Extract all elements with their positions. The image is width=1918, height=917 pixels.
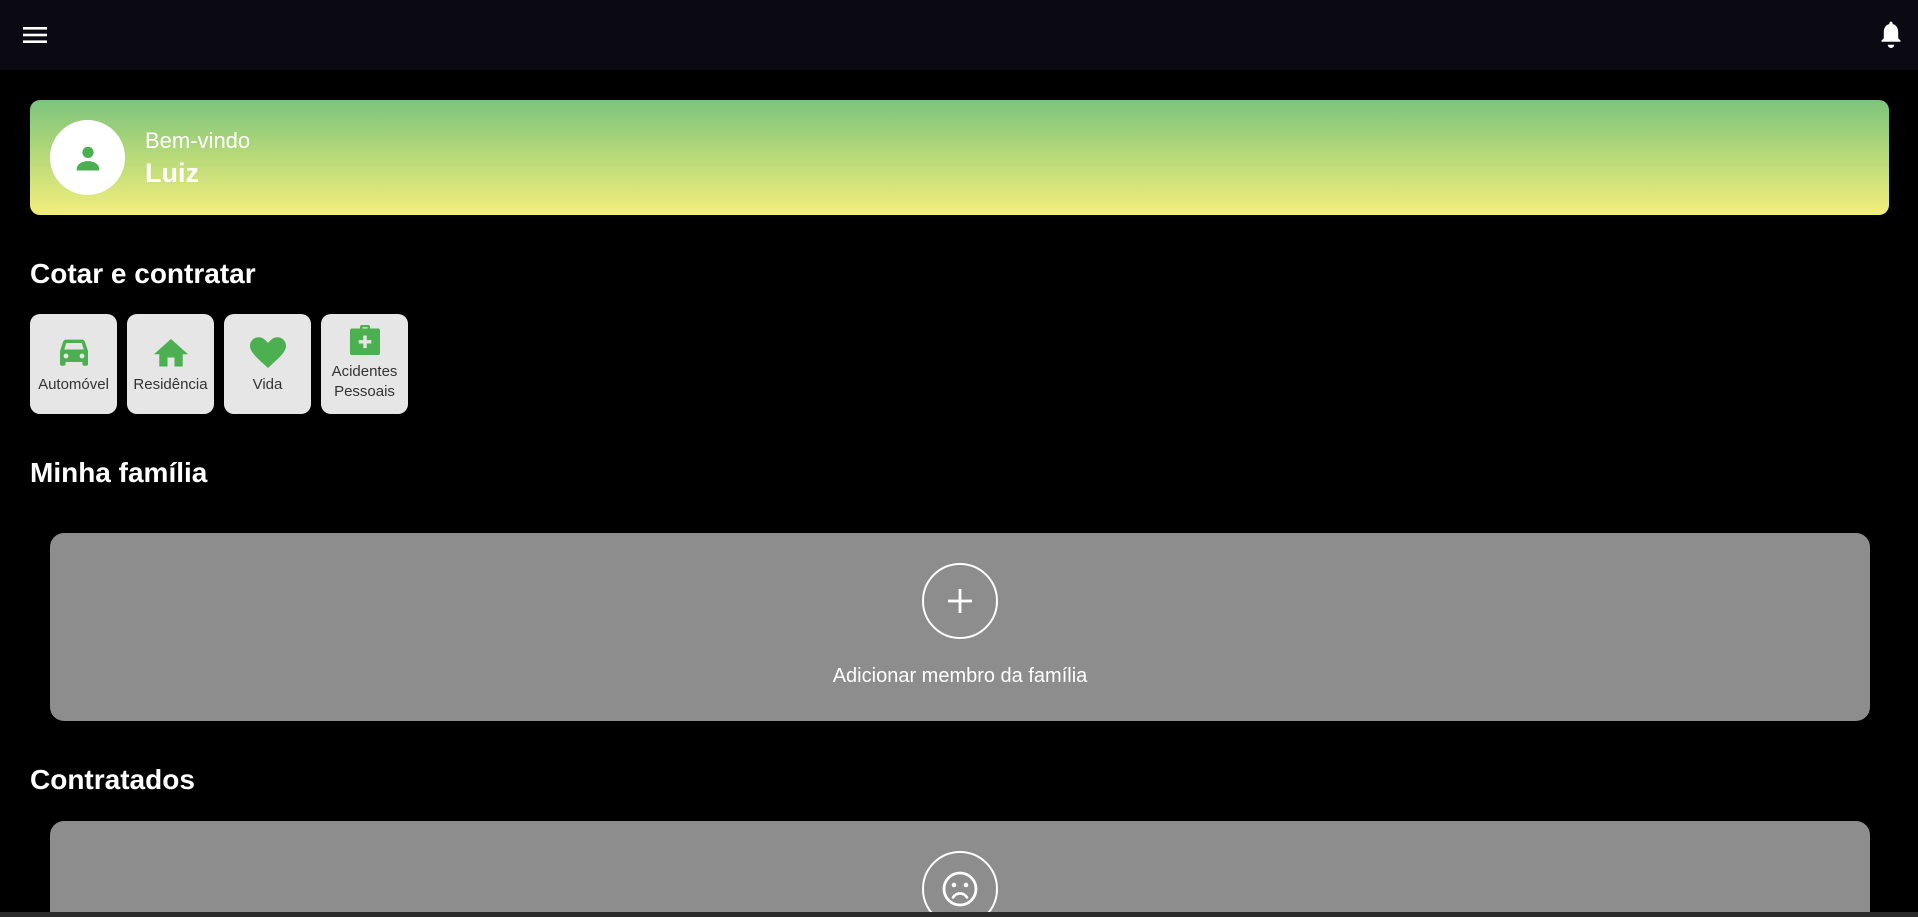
user-name: Luiz xyxy=(145,158,199,188)
quote-tile-residencia[interactable]: Residência xyxy=(127,314,214,414)
person-icon xyxy=(76,146,99,170)
app-bar xyxy=(0,0,1918,70)
quote-label: Automóvel xyxy=(38,376,109,393)
welcome-card: Bem-vindo Luiz xyxy=(30,100,1889,215)
contracts-empty-indicator xyxy=(922,851,998,917)
family-section-title: Minha família xyxy=(30,457,208,488)
quote-tile-automovel[interactable]: Automóvel xyxy=(30,314,117,414)
sad-face-icon xyxy=(942,871,978,907)
quote-tiles: Automóvel Residência Vida Acidentes Pess… xyxy=(30,314,408,414)
avatar[interactable] xyxy=(50,120,125,195)
menu-button[interactable] xyxy=(18,20,52,50)
add-family-member-card[interactable]: Adicionar membro da família xyxy=(50,533,1870,721)
home-screen: Bem-vindo Luiz Cotar e contratar Automóv… xyxy=(0,0,1918,917)
notifications-button[interactable] xyxy=(1874,18,1908,52)
quote-tile-acidentes-pessoais[interactable]: Acidentes Pessoais xyxy=(321,314,408,414)
bottom-edge xyxy=(0,912,1918,917)
add-family-member-label: Adicionar membro da família xyxy=(832,665,1088,687)
plus-icon xyxy=(948,589,972,613)
quote-tile-vida[interactable]: Vida xyxy=(224,314,311,414)
contracts-section-title: Contratados xyxy=(30,764,195,795)
contracts-card xyxy=(50,821,1870,917)
quote-label: Acidentes Pessoais xyxy=(331,363,398,400)
quote-label: Residência xyxy=(133,376,208,393)
quote-section-title: Cotar e contratar xyxy=(30,258,256,289)
medical-kit-icon xyxy=(349,325,380,355)
heart-icon xyxy=(249,337,286,368)
quote-label: Vida xyxy=(252,376,283,393)
car-icon xyxy=(59,339,88,366)
add-family-member-button[interactable] xyxy=(922,563,998,639)
notification-bell-icon xyxy=(1881,21,1901,48)
menu-icon xyxy=(23,27,47,43)
home-icon xyxy=(153,339,188,367)
welcome-greeting: Bem-vindo xyxy=(145,128,251,153)
